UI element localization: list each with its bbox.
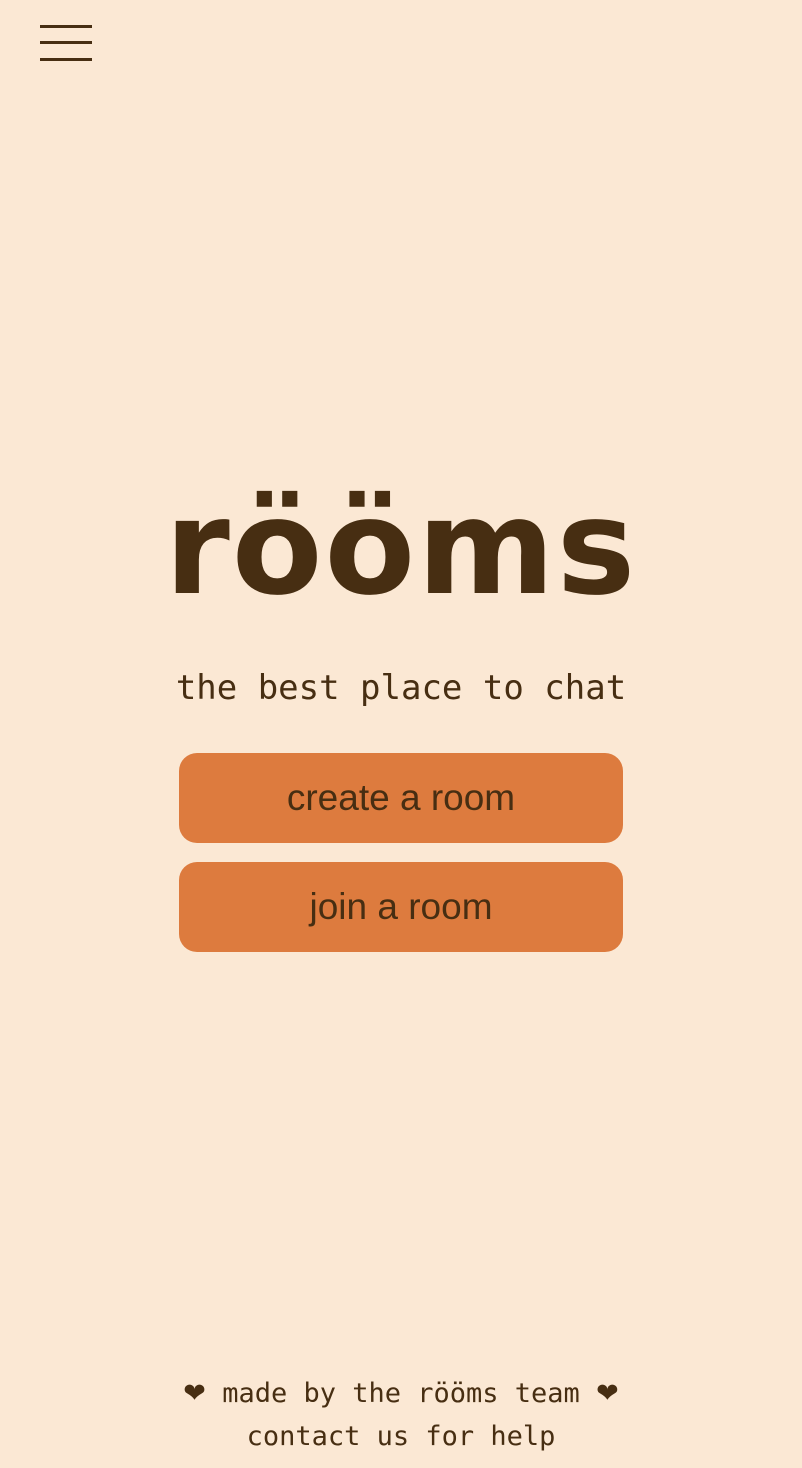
made-by-text: made by the rööms team xyxy=(222,1378,580,1409)
join-room-button[interactable]: join a room xyxy=(179,862,623,952)
hamburger-menu-icon[interactable] xyxy=(40,25,92,61)
create-room-button[interactable]: create a room xyxy=(179,753,623,843)
app-logo: rööms xyxy=(164,471,638,625)
menu-bar-bottom xyxy=(40,58,92,61)
menu-bar-top xyxy=(40,25,92,28)
tagline: the best place to chat xyxy=(175,668,627,708)
contact-help-link[interactable]: contact us for help xyxy=(0,1415,802,1458)
footer-credit: ❤ made by the rööms team ❤ xyxy=(0,1372,802,1415)
heart-icon: ❤ xyxy=(183,1378,206,1409)
footer: ❤ made by the rööms team ❤ contact us fo… xyxy=(0,1372,802,1458)
menu-bar-middle xyxy=(40,41,92,44)
heart-icon: ❤ xyxy=(596,1378,619,1409)
